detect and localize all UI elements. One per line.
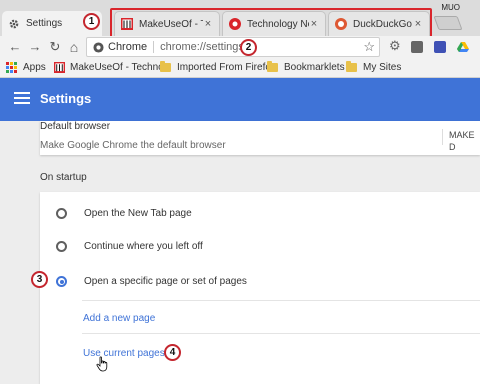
page-title: Settings <box>40 91 92 106</box>
on-startup-heading: On startup <box>40 172 87 183</box>
gear-icon <box>8 18 20 30</box>
reload-icon[interactable]: ↻ <box>48 40 62 54</box>
home-icon[interactable]: ⌂ <box>67 40 81 54</box>
menu-icon[interactable] <box>14 92 30 104</box>
divider <box>82 300 480 301</box>
bookmark-makeuseof[interactable]: MakeUseOf - Techno <box>54 62 164 73</box>
default-browser-title: Default browser <box>40 121 111 132</box>
radio-button-selected[interactable] <box>56 275 67 287</box>
divider <box>153 41 155 53</box>
option-label: Open the New Tab page <box>84 207 192 219</box>
on-startup-card: Open the New Tab page Continue where you… <box>40 192 480 384</box>
add-new-page-link[interactable]: Add a new page <box>83 313 155 324</box>
apps-grid-icon <box>6 62 17 73</box>
bookmark-label: Apps <box>23 62 46 73</box>
url-text: chrome://settings <box>160 41 244 53</box>
extension-shield-icon[interactable] <box>411 41 423 53</box>
bookmark-label: Bookmarklets <box>284 62 345 73</box>
default-browser-description: Make Google Chrome the default browser <box>40 140 226 151</box>
tab-label: Settings <box>26 18 63 29</box>
forward-arrow-icon[interactable]: → <box>28 40 42 54</box>
bookmark-folder-my-sites[interactable]: My Sites <box>346 61 402 73</box>
callout-3: 3 <box>31 271 48 288</box>
extension-square-icon[interactable] <box>434 41 446 53</box>
makeuseof-icon <box>54 62 65 73</box>
bookmark-folder-imported[interactable]: Imported From Firefc <box>160 61 271 73</box>
option-label: Open a specific page or set of pages <box>84 275 247 287</box>
chrome-icon <box>93 41 104 53</box>
callout-2: 2 <box>240 39 257 56</box>
new-tab-button[interactable] <box>433 16 463 30</box>
bookmarks-bar: Apps MakeUseOf - Techno Imported From Fi… <box>0 59 480 78</box>
hand-cursor-icon <box>96 356 108 372</box>
bookmark-folder-bookmarklets[interactable]: Bookmarklets <box>267 61 345 73</box>
callout-1: 1 <box>83 13 100 30</box>
option-label: Continue where you left off <box>84 240 203 252</box>
bookmark-label: MakeUseOf - Techno <box>70 62 164 73</box>
profile-name[interactable]: MUO <box>441 3 460 12</box>
callout-4: 4 <box>164 344 181 361</box>
extension-gear-icon[interactable]: ⚙ <box>389 39 401 52</box>
startup-option-continue[interactable]: Continue where you left off <box>56 236 203 256</box>
startup-option-specific-pages[interactable]: Open a specific page or set of pages <box>56 271 247 291</box>
radio-button[interactable] <box>56 207 67 219</box>
settings-content: Default browser Make Google Chrome the d… <box>0 121 480 384</box>
bookmark-label: Imported From Firefc <box>177 62 271 73</box>
startup-option-new-tab[interactable]: Open the New Tab page <box>56 203 192 223</box>
bookmark-apps[interactable]: Apps <box>6 62 46 73</box>
make-default-button[interactable]: MAKE D <box>442 129 480 152</box>
radio-button[interactable] <box>56 240 67 252</box>
site-chip: Chrome <box>108 41 148 53</box>
back-arrow-icon[interactable]: ← <box>8 40 22 54</box>
folder-icon <box>346 61 357 72</box>
settings-header: Settings <box>0 78 480 121</box>
address-bar[interactable]: Chrome chrome://settings ☆ <box>86 37 380 57</box>
divider <box>82 333 480 334</box>
bookmark-label: My Sites <box>363 62 402 73</box>
tab-strip: Settings × MakeUseOf - Te × Technology N… <box>0 0 480 40</box>
folder-icon <box>160 61 171 72</box>
google-drive-icon[interactable] <box>457 41 469 53</box>
folder-icon <box>267 61 278 72</box>
star-icon[interactable]: ☆ <box>363 39 375 55</box>
default-browser-card: Default browser Make Google Chrome the d… <box>40 121 480 155</box>
